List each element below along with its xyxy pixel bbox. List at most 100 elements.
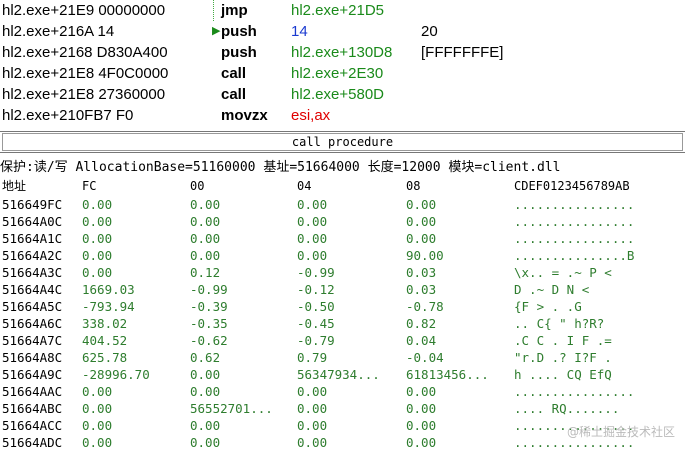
disasm-operand: hl2.exe+130D8 xyxy=(291,44,393,61)
memory-value[interactable]: 0.00 xyxy=(190,417,220,434)
memory-value[interactable]: 0.00 xyxy=(406,383,436,400)
memory-value[interactable]: 0.00 xyxy=(82,213,112,230)
memory-value[interactable]: 625.78 xyxy=(82,349,127,366)
disasm-comment: 20 xyxy=(421,23,438,40)
disasm-mnemonic: push xyxy=(221,23,257,40)
memory-value[interactable]: -0.39 xyxy=(190,298,228,315)
memory-ascii: ................ xyxy=(514,231,635,246)
memory-value[interactable]: -0.45 xyxy=(297,315,335,332)
memory-value[interactable]: -0.99 xyxy=(297,264,335,281)
memory-value[interactable]: -0.04 xyxy=(406,349,444,366)
memory-value[interactable]: 61813456... xyxy=(406,366,489,383)
memory-value[interactable]: -0.99 xyxy=(190,281,228,298)
memory-address: 51664A4C xyxy=(2,282,63,297)
memory-value[interactable]: 0.00 xyxy=(406,230,436,247)
memory-value[interactable]: 0.00 xyxy=(406,196,436,213)
memory-value[interactable]: 0.00 xyxy=(82,196,112,213)
memory-value[interactable]: 0.04 xyxy=(406,332,436,349)
memory-value[interactable]: 0.00 xyxy=(82,417,112,434)
memory-address: 516649FC xyxy=(2,197,63,212)
memory-value[interactable]: -0.62 xyxy=(190,332,228,349)
memory-value[interactable]: 0.00 xyxy=(82,264,112,281)
memory-value[interactable]: 0.00 xyxy=(82,247,112,264)
memory-value[interactable]: 0.00 xyxy=(406,400,436,417)
memory-address: 51664A8C xyxy=(2,350,63,365)
memory-value[interactable]: 56552701... xyxy=(190,400,273,417)
disasm-address: hl2.exe+2168 D830A400 xyxy=(2,44,168,61)
memory-value[interactable]: 56347934... xyxy=(297,366,380,383)
disasm-mnemonic: call xyxy=(221,65,247,82)
memory-value[interactable]: 0.00 xyxy=(190,434,220,451)
memory-value[interactable]: -0.78 xyxy=(406,298,444,315)
memory-ascii: {F > . .G xyxy=(514,299,582,314)
memory-value[interactable]: 0.00 xyxy=(406,434,436,451)
memory-address: 51664A9C xyxy=(2,367,63,382)
memory-ascii: ...............B xyxy=(514,248,635,263)
memory-value[interactable]: -0.50 xyxy=(297,298,335,315)
memory-ascii: .... RQ....... xyxy=(514,401,620,416)
memory-value[interactable]: 0.00 xyxy=(406,417,436,434)
disasm-comment: [FFFFFFFE] xyxy=(421,44,504,61)
memory-value[interactable]: 338.02 xyxy=(82,315,127,332)
call-procedure-bar: call procedure xyxy=(0,131,685,153)
memory-address: 51664A7C xyxy=(2,333,63,348)
memory-value[interactable]: 0.00 xyxy=(82,230,112,247)
memory-value[interactable]: 0.00 xyxy=(190,196,220,213)
column-00: 00 xyxy=(190,179,205,193)
disasm-mnemonic: jmp xyxy=(221,2,248,19)
memory-value[interactable]: -28996.70 xyxy=(82,366,150,383)
memory-value[interactable]: 0.62 xyxy=(190,349,220,366)
memory-value[interactable]: 0.00 xyxy=(297,417,327,434)
memory-value[interactable]: 0.00 xyxy=(406,213,436,230)
memory-value[interactable]: 404.52 xyxy=(82,332,127,349)
memory-value[interactable]: 0.00 xyxy=(190,383,220,400)
memory-value[interactable]: 0.00 xyxy=(82,434,112,451)
memory-ascii: "r.D .? I?F . xyxy=(514,350,612,365)
memory-value[interactable]: 0.12 xyxy=(190,264,220,281)
memory-ascii: h .... CQ EfQ xyxy=(514,367,612,382)
memory-value[interactable]: 0.00 xyxy=(297,383,327,400)
disasm-operand: 14 xyxy=(291,23,308,40)
disasm-mnemonic: push xyxy=(221,44,257,61)
memory-ascii: ................ xyxy=(514,214,635,229)
memory-value[interactable]: 0.00 xyxy=(297,434,327,451)
disasm-operand: hl2.exe+21D5 xyxy=(291,2,384,19)
memory-value[interactable]: 0.79 xyxy=(297,349,327,366)
disassembly-view[interactable]: hl2.exe+21E9 00000000 jmp hl2.exe+21D5 hl2.… xyxy=(0,0,685,128)
memory-address: 51664AAC xyxy=(2,384,63,399)
memory-value[interactable]: -793.94 xyxy=(82,298,135,315)
memory-value[interactable]: 0.03 xyxy=(406,281,436,298)
column-ascii: CDEF0123456789AB xyxy=(514,179,630,193)
memory-ascii: .. C{ " h?R? xyxy=(514,316,605,331)
memory-region-info: 保护:读/写 AllocationBase=51160000 基址=516640… xyxy=(0,160,561,175)
memory-value[interactable]: 90.00 xyxy=(406,247,444,264)
memory-value[interactable]: 0.00 xyxy=(190,366,220,383)
memory-value[interactable]: 0.00 xyxy=(82,383,112,400)
memory-value[interactable]: -0.35 xyxy=(190,315,228,332)
memory-value[interactable]: 0.00 xyxy=(190,213,220,230)
column-08: 08 xyxy=(406,179,421,193)
memory-value[interactable]: 0.00 xyxy=(297,400,327,417)
memory-value[interactable]: -0.12 xyxy=(297,281,335,298)
memory-value[interactable]: 0.00 xyxy=(190,247,220,264)
memory-value[interactable]: -0.79 xyxy=(297,332,335,349)
disasm-operand: hl2.exe+2E30 xyxy=(291,65,384,82)
memory-value[interactable]: 0.00 xyxy=(190,230,220,247)
disasm-address: hl2.exe+216A 14 xyxy=(2,23,115,40)
memory-value[interactable]: 0.00 xyxy=(297,213,327,230)
memory-ascii: ................ xyxy=(514,384,635,399)
call-procedure-button[interactable]: call procedure xyxy=(2,133,683,151)
memory-value[interactable]: 0.00 xyxy=(297,230,327,247)
memory-address: 51664ACC xyxy=(2,418,63,433)
memory-value[interactable]: 0.03 xyxy=(406,264,436,281)
memory-address: 51664A1C xyxy=(2,231,63,246)
memory-value[interactable]: 0.00 xyxy=(297,196,327,213)
memory-value[interactable]: 0.00 xyxy=(82,400,112,417)
memory-value[interactable]: 0.00 xyxy=(297,247,327,264)
memory-value[interactable]: 0.82 xyxy=(406,315,436,332)
disasm-address: hl2.exe+21E9 00000000 xyxy=(2,2,166,19)
memory-column-headers: 地址 FC 00 04 08 CDEF0123456789AB xyxy=(0,177,685,195)
memory-value[interactable]: 1669.03 xyxy=(82,281,135,298)
disasm-operand: hl2.exe+580D xyxy=(291,86,384,103)
memory-address: 51664ADC xyxy=(2,435,63,450)
